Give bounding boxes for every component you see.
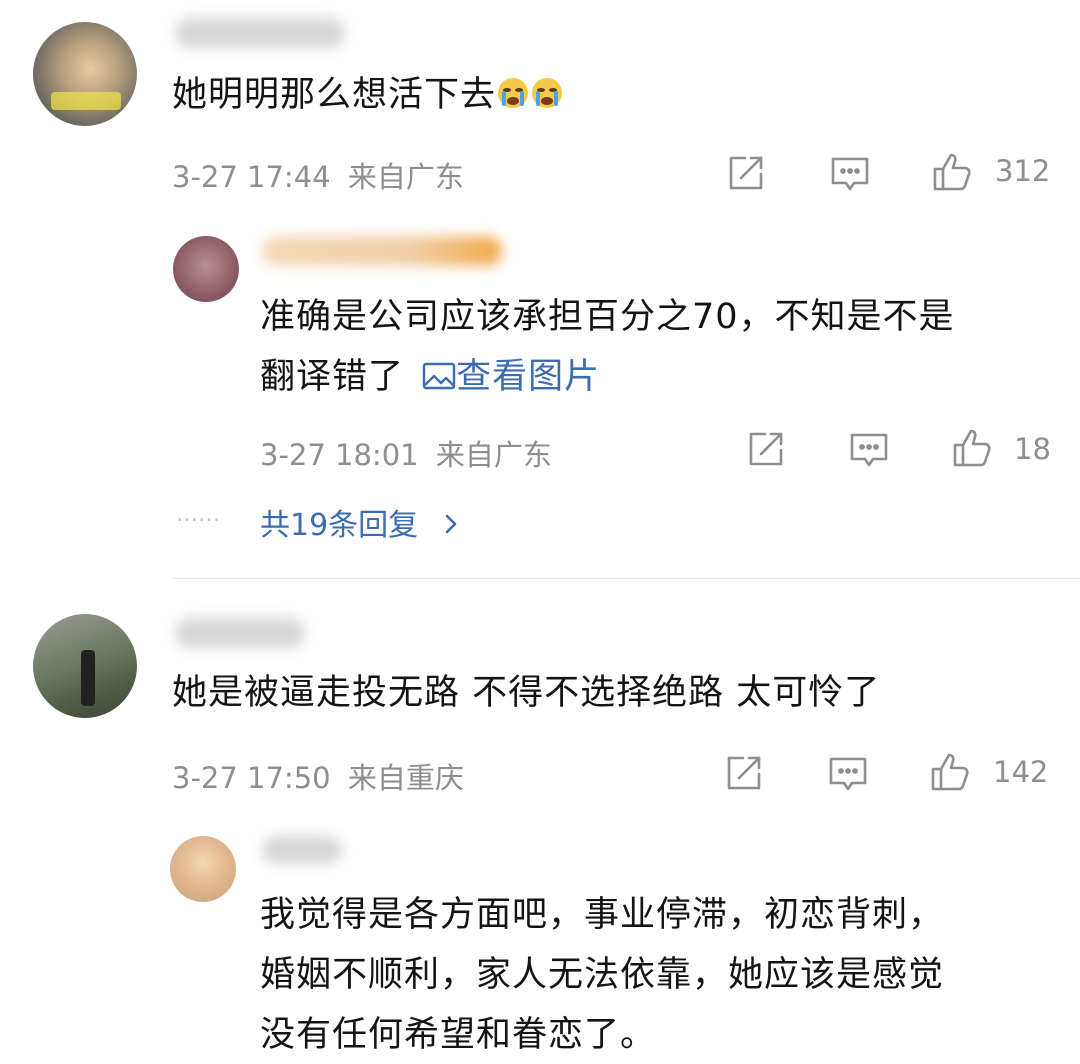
- crying-face-icon: [498, 78, 529, 108]
- comment-meta: 3-27 17:50 来自重庆: [172, 755, 464, 797]
- reply-text-line-2: 翻译错了 查看图片: [260, 348, 600, 406]
- reply-location: 来自广东: [435, 438, 552, 472]
- comment-meta: 3-27 17:44 来自广东: [172, 154, 464, 196]
- image-icon: [422, 362, 456, 390]
- avatar[interactable]: [33, 614, 137, 718]
- reply-text-line-1: 准确是公司应该承担百分之70，不知是不是: [260, 297, 955, 337]
- share-icon[interactable]: [743, 428, 787, 472]
- view-image-link[interactable]: 查看图片: [422, 357, 600, 397]
- avatar[interactable]: [170, 836, 236, 902]
- crying-face-icon: [532, 78, 563, 108]
- like-count: 18: [1014, 432, 1051, 466]
- comment-icon[interactable]: [847, 428, 891, 472]
- comment-icon[interactable]: [828, 152, 872, 196]
- more-replies-link[interactable]: 共19条回复: [260, 500, 462, 544]
- thumbs-up-icon[interactable]: [930, 150, 974, 194]
- reply-text-content: 翻译错了: [260, 357, 405, 397]
- comment-time: 3-27 17:44: [172, 160, 331, 194]
- username-blurred[interactable]: [262, 236, 502, 266]
- chevron-right-icon: [445, 514, 457, 534]
- divider: [172, 578, 1080, 579]
- avatar[interactable]: [33, 22, 137, 126]
- more-replies-dots: ……: [176, 502, 220, 527]
- comment-location: 来自重庆: [347, 761, 464, 795]
- avatar[interactable]: [173, 236, 239, 302]
- comment-text-content: 她明明那么想活下去: [172, 75, 497, 115]
- share-icon[interactable]: [723, 152, 767, 196]
- comment-time: 3-27 17:50: [172, 761, 331, 795]
- share-icon[interactable]: [721, 752, 765, 796]
- reply-text-line-3: 没有任何希望和眷恋了。: [260, 1015, 657, 1055]
- username-blurred[interactable]: [262, 836, 342, 864]
- comment-text: 她是被逼走投无路 不得不选择绝路 太可怜了: [172, 673, 881, 713]
- reply-text-line-2: 婚姻不顺利，家人无法依靠，她应该是感觉: [260, 955, 945, 995]
- comment-location: 来自广东: [347, 160, 464, 194]
- comment-icon[interactable]: [826, 752, 870, 796]
- thumbs-up-icon[interactable]: [928, 750, 972, 794]
- reply-time: 3-27 18:01: [260, 438, 419, 472]
- username-blurred[interactable]: [175, 18, 345, 48]
- username-blurred[interactable]: [175, 618, 305, 648]
- reply-meta: 3-27 18:01 来自广东: [260, 432, 552, 474]
- more-replies-label: 共19条回复: [260, 508, 419, 543]
- view-image-label: 查看图片: [456, 357, 601, 397]
- reply-text-line-1: 我觉得是各方面吧，事业停滞，初恋背刺，: [260, 895, 945, 935]
- thumbs-up-icon[interactable]: [950, 426, 994, 470]
- like-count: 312: [995, 154, 1051, 188]
- like-count: 142: [993, 755, 1049, 789]
- comment-text: 她明明那么想活下去: [172, 66, 564, 124]
